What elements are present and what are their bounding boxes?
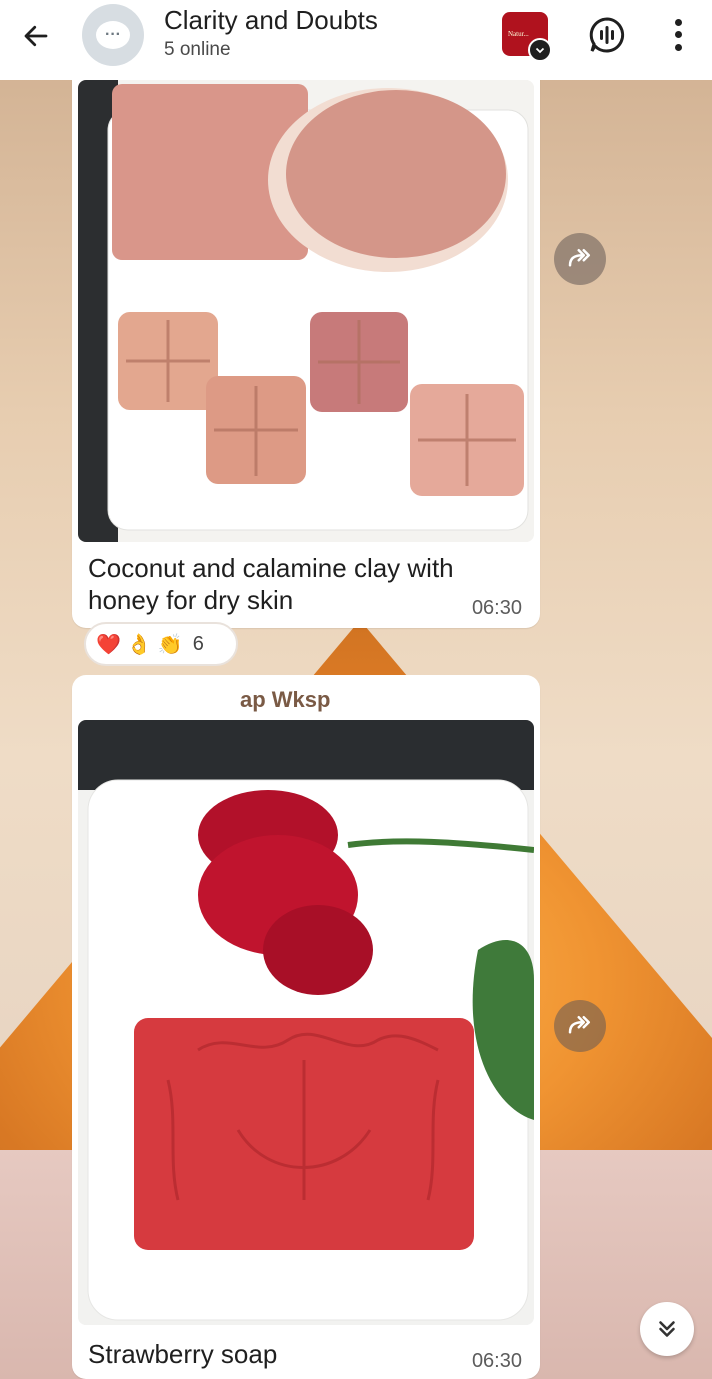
double-chevron-down-icon [659,1321,675,1337]
online-count: 5 online [164,39,231,60]
voice-chat-icon [589,17,625,53]
scroll-to-bottom-button[interactable] [640,1302,694,1356]
community-logo-text: Natur... [508,30,529,38]
message-photo[interactable] [78,80,534,542]
message-caption: Coconut and calamine clay with honey for… [88,553,454,615]
image-message[interactable]: ap Wksp Strawberry soap 06:30 [72,675,540,1379]
heart-reaction-icon: ❤️ [96,633,121,656]
soap-photo-illustration [78,80,534,542]
message-photo[interactable] [78,720,534,1325]
community-avatar[interactable]: Natur... [502,12,552,62]
reactions-bar[interactable]: ❤️ 👌 👏 6 [84,622,238,666]
reaction-count: 6 [192,632,204,655]
message-time: 06:30 [471,597,522,619]
arrow-left-icon [24,25,48,47]
forward-button[interactable] [554,233,606,285]
soap-photo-illustration [78,720,534,1325]
message-caption: Strawberry soap [88,1339,278,1369]
ok-hand-reaction-icon: 👌 [126,633,152,656]
chat-title: Clarity and Doubts [164,5,378,35]
more-vertical-icon [674,18,682,26]
clap-reaction-icon: 👏 [157,633,183,656]
image-message[interactable]: Coconut and calamine clay with honey for… [72,70,540,628]
chat-title-block[interactable]: Clarity and Doubts 5 online [164,4,378,64]
forward-icon [568,249,590,267]
chat-bubble-icon: ··· [96,21,130,49]
message-time: 06:30 [471,1350,522,1372]
more-options-button[interactable] [666,16,690,54]
back-button[interactable] [18,18,54,54]
forward-icon [568,1016,590,1034]
forward-button[interactable] [554,1000,606,1052]
voice-chat-button[interactable] [588,16,626,54]
chat-header: ··· Clarity and Doubts 5 online Natur... [0,0,712,80]
chevron-down-icon [528,38,552,62]
group-avatar[interactable]: ··· [82,4,144,66]
sender-name[interactable]: ap Wksp [240,687,330,713]
